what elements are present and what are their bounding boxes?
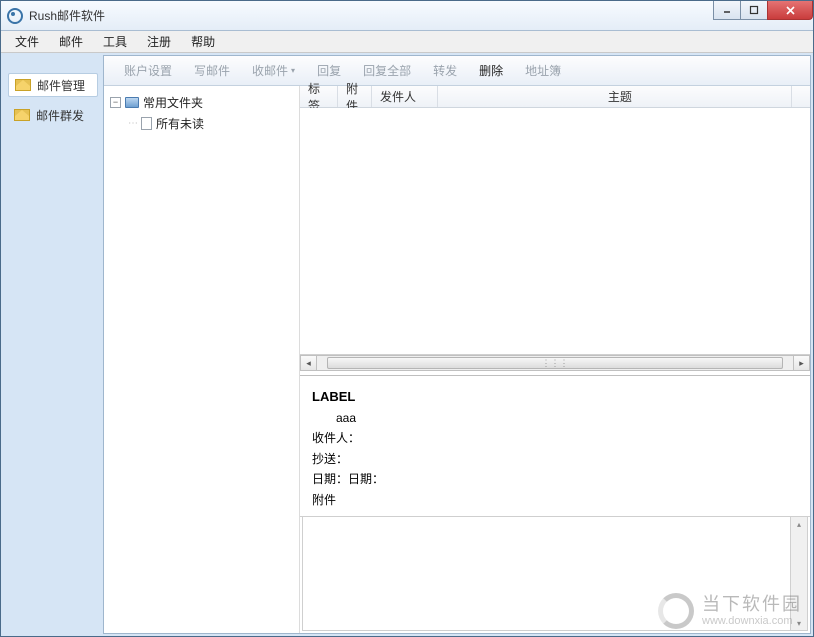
tree-line: ⋯	[128, 118, 137, 129]
menu-mail[interactable]: 邮件	[49, 31, 93, 52]
tb-address-book[interactable]: 地址簿	[515, 58, 571, 83]
folder-icon	[125, 97, 139, 108]
horizontal-scrollbar[interactable]: ◂ ⋮⋮⋮ ▸	[300, 354, 810, 371]
client-area: 邮件管理 邮件群发 账户设置 写邮件 收邮件▾ 回复 回复全部 转发 删除 地址…	[1, 53, 813, 636]
nav-mail-manage[interactable]: 邮件管理	[8, 73, 98, 97]
preview-date: 日期：日期：	[312, 469, 798, 489]
tree-child[interactable]: ⋯ 所有未读	[108, 113, 295, 134]
page-icon	[141, 117, 152, 130]
mail-list-header: 标签 附件 发件人 主题	[300, 86, 810, 108]
tb-account-settings[interactable]: 账户设置	[114, 58, 182, 83]
scroll-right-icon[interactable]: ▸	[793, 355, 810, 371]
titlebar[interactable]: Rush邮件软件	[1, 1, 813, 31]
nav-label: 邮件管理	[37, 77, 85, 94]
mail-icon	[14, 109, 30, 121]
maximize-button[interactable]	[740, 1, 768, 20]
left-nav: 邮件管理 邮件群发	[3, 55, 103, 634]
col-subject[interactable]: 主题	[600, 86, 792, 107]
window-title: Rush邮件软件	[29, 7, 105, 24]
col-attachment[interactable]: 附件	[338, 86, 372, 107]
mail-list-body[interactable]	[300, 108, 810, 354]
preview-pane: LABEL aaa 收件人： 抄送： 日期：日期： 附件 ▴ ▾	[300, 375, 810, 633]
app-icon	[7, 8, 23, 24]
tb-receive[interactable]: 收邮件▾	[242, 58, 305, 83]
col-end	[792, 86, 810, 107]
scroll-thumb[interactable]: ⋮⋮⋮	[327, 357, 783, 369]
close-button[interactable]	[767, 1, 813, 20]
tree-root[interactable]: − 常用文件夹	[108, 92, 295, 113]
tb-forward[interactable]: 转发	[423, 58, 467, 83]
menu-file[interactable]: 文件	[5, 31, 49, 52]
tb-delete[interactable]: 删除	[469, 58, 513, 83]
col-tag[interactable]: 标签	[300, 86, 338, 107]
collapse-icon[interactable]: −	[110, 97, 121, 108]
tb-reply-all[interactable]: 回复全部	[353, 58, 421, 83]
menubar: 文件 邮件 工具 注册 帮助	[1, 31, 813, 53]
toolbar: 账户设置 写邮件 收邮件▾ 回复 回复全部 转发 删除 地址簿	[104, 56, 810, 86]
preview-body[interactable]: ▴ ▾	[302, 517, 808, 631]
scroll-left-icon[interactable]: ◂	[300, 355, 317, 371]
mail-icon	[15, 79, 31, 91]
minimize-button[interactable]	[713, 1, 741, 20]
nav-mail-mass[interactable]: 邮件群发	[8, 103, 98, 127]
scroll-track[interactable]: ⋮⋮⋮	[317, 355, 793, 371]
preview-from: aaa	[312, 408, 798, 428]
app-window: Rush邮件软件 文件 邮件 工具 注册 帮助 邮件管理	[0, 0, 814, 637]
menu-register[interactable]: 注册	[137, 31, 181, 52]
scroll-track[interactable]	[791, 531, 807, 616]
scroll-up-icon[interactable]: ▴	[791, 517, 807, 531]
col-sender[interactable]: 发件人	[372, 86, 438, 107]
preview-cc: 抄送：	[312, 449, 798, 469]
main-panel: 账户设置 写邮件 收邮件▾ 回复 回复全部 转发 删除 地址簿 − 常用文件夹	[103, 55, 811, 634]
preview-attachment: 附件	[312, 490, 798, 510]
scroll-down-icon[interactable]: ▾	[791, 616, 807, 630]
dropdown-icon: ▾	[291, 66, 295, 75]
tree-child-label: 所有未读	[156, 115, 204, 132]
folder-tree: − 常用文件夹 ⋯ 所有未读	[104, 86, 300, 633]
vertical-scrollbar[interactable]: ▴ ▾	[790, 517, 807, 630]
content-area: − 常用文件夹 ⋯ 所有未读 标签 附件 发件人	[104, 86, 810, 633]
menu-help[interactable]: 帮助	[181, 31, 225, 52]
tree-root-label: 常用文件夹	[143, 94, 203, 111]
menu-tools[interactable]: 工具	[93, 31, 137, 52]
right-column: 标签 附件 发件人 主题 ◂ ⋮⋮⋮ ▸	[300, 86, 810, 633]
window-buttons	[714, 1, 813, 20]
col-spacer1[interactable]	[438, 86, 600, 107]
preview-recipient: 收件人：	[312, 428, 798, 448]
nav-label: 邮件群发	[36, 107, 84, 124]
tb-compose[interactable]: 写邮件	[184, 58, 240, 83]
preview-label: LABEL	[312, 386, 798, 408]
preview-header: LABEL aaa 收件人： 抄送： 日期：日期： 附件	[300, 376, 810, 517]
